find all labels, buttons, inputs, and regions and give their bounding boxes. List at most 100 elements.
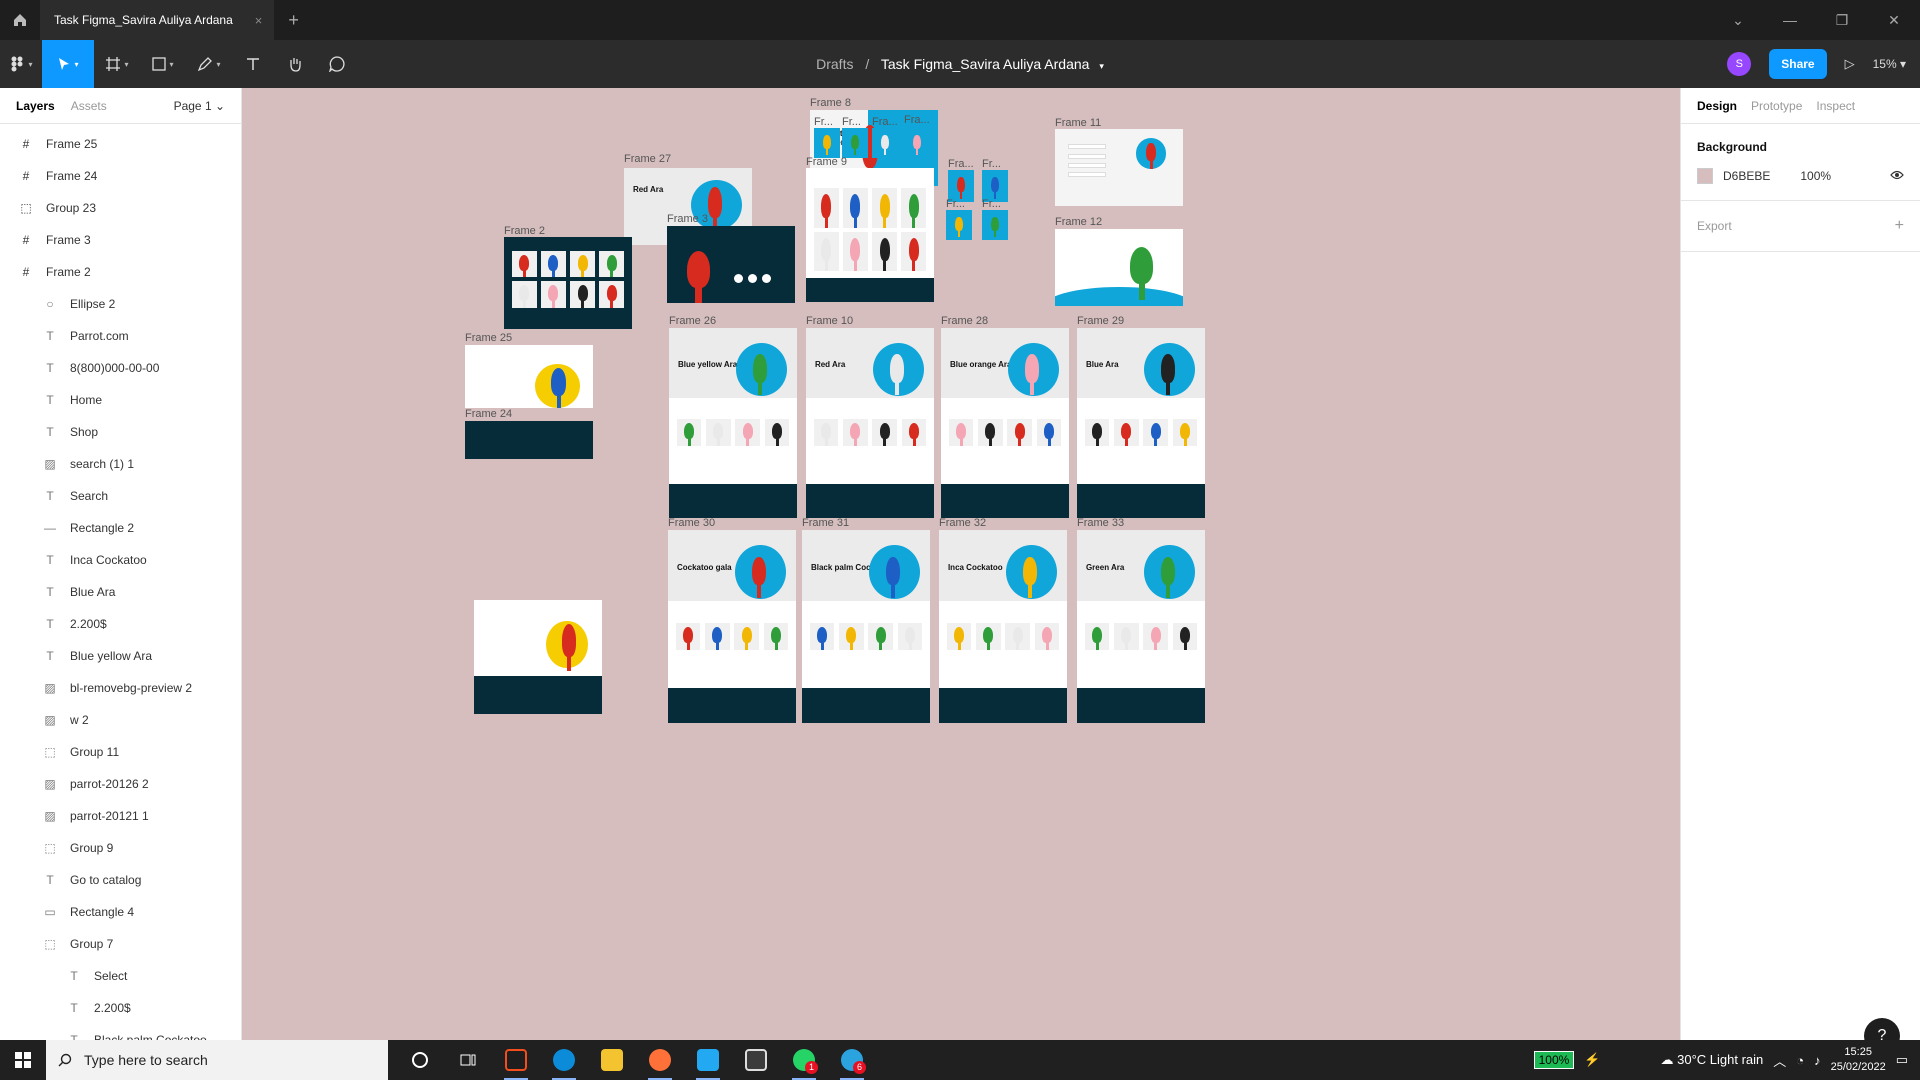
related-product-card[interactable]: [868, 622, 894, 650]
frame-artboard[interactable]: [504, 237, 632, 329]
layer-item[interactable]: # Frame 24: [0, 160, 241, 192]
frame-label[interactable]: Frame 25: [465, 332, 512, 344]
taskbar-search[interactable]: Type here to search: [46, 1040, 388, 1080]
tab-assets[interactable]: Assets: [71, 99, 107, 113]
frame-label[interactable]: Frame 2: [504, 225, 545, 237]
related-product-card[interactable]: [813, 419, 839, 446]
frame-artboard[interactable]: [842, 128, 868, 158]
layer-item[interactable]: # Frame 3: [0, 224, 241, 256]
frame-artboard[interactable]: [1055, 229, 1183, 306]
layer-item[interactable]: ▨ search (1) 1: [0, 448, 241, 480]
frame-label[interactable]: Fra...: [948, 158, 974, 170]
layer-item[interactable]: ▭ Rectangle 4: [0, 896, 241, 928]
add-export-icon[interactable]: +: [1895, 217, 1904, 235]
drafts-link[interactable]: Drafts: [816, 56, 853, 72]
catalog-card[interactable]: [901, 188, 927, 228]
catalog-card[interactable]: [540, 281, 566, 308]
related-product-card[interactable]: [1084, 622, 1110, 650]
related-product-card[interactable]: [734, 622, 760, 650]
background-opacity[interactable]: 100%: [1800, 169, 1831, 183]
frame-artboard[interactable]: [982, 210, 1008, 240]
related-product-card[interactable]: [735, 419, 761, 446]
figma-app-icon[interactable]: [492, 1040, 540, 1080]
frame-label[interactable]: Frame 29: [1077, 315, 1124, 327]
layer-item[interactable]: ⬚ Group 11: [0, 736, 241, 768]
frame-label[interactable]: Frame 12: [1055, 216, 1102, 228]
catalog-card[interactable]: [813, 231, 839, 272]
related-product-card[interactable]: [676, 419, 702, 446]
layer-item[interactable]: T 8(800)000-00-00: [0, 352, 241, 384]
tab-prototype[interactable]: Prototype: [1751, 99, 1802, 113]
layer-item[interactable]: T 2.200$: [0, 608, 241, 640]
sticky-notes-icon[interactable]: [732, 1040, 780, 1080]
frame-label[interactable]: Frame 9: [806, 156, 847, 168]
related-product-card[interactable]: [842, 419, 868, 446]
close-tab-icon[interactable]: ×: [255, 13, 263, 28]
present-icon[interactable]: ▷: [1845, 56, 1855, 72]
frame-label[interactable]: Frame 24: [465, 408, 512, 420]
frame-label[interactable]: Frame 27: [624, 153, 671, 165]
layer-item[interactable]: ▨ parrot-20121 1: [0, 800, 241, 832]
related-product-card[interactable]: [1172, 419, 1198, 446]
pen-tool-button[interactable]: ▾: [186, 40, 232, 88]
frame-artboard[interactable]: [667, 226, 795, 303]
related-product-card[interactable]: [1172, 622, 1198, 650]
related-product-card[interactable]: [764, 419, 790, 446]
related-product-card[interactable]: [763, 622, 789, 650]
frame-artboard[interactable]: Green Ara: [1077, 530, 1205, 723]
share-button[interactable]: Share: [1769, 49, 1827, 79]
related-product-card[interactable]: [901, 419, 927, 446]
layer-item[interactable]: T Blue Ara: [0, 576, 241, 608]
frame-artboard[interactable]: [1055, 129, 1183, 206]
related-product-card[interactable]: [1036, 419, 1062, 446]
new-tab-icon[interactable]: +: [274, 10, 313, 31]
frame-tool-button[interactable]: ▾: [94, 40, 140, 88]
frame-label[interactable]: Frame 8: [810, 97, 851, 109]
shape-tool-button[interactable]: ▾: [140, 40, 186, 88]
tab-inspect[interactable]: Inspect: [1816, 99, 1855, 113]
frame-label[interactable]: Fr...: [982, 198, 1001, 210]
frame-artboard[interactable]: Black palm Cockatoo: [802, 530, 930, 723]
frame-artboard[interactable]: Blue orange Ara: [941, 328, 1069, 518]
catalog-card[interactable]: [599, 281, 625, 308]
chevron-down-icon[interactable]: ⌄: [1712, 12, 1764, 29]
frame-label[interactable]: Fra...: [872, 116, 898, 128]
catalog-card[interactable]: [842, 231, 868, 272]
related-product-card[interactable]: [1007, 419, 1033, 446]
design-canvas[interactable]: Frame 27Red AraFrame 8Parrot nurseryFr..…: [242, 88, 1680, 1040]
related-product-card[interactable]: [872, 419, 898, 446]
file-name[interactable]: Task Figma_Savira Auliya Ardana: [881, 56, 1090, 72]
layer-item[interactable]: — Rectangle 2: [0, 512, 241, 544]
file-explorer-icon[interactable]: [588, 1040, 636, 1080]
tab-layers[interactable]: Layers: [16, 99, 55, 113]
related-product-card[interactable]: [1034, 622, 1060, 650]
layer-item[interactable]: # Frame 2: [0, 256, 241, 288]
layer-item[interactable]: T Home: [0, 384, 241, 416]
notifications-icon[interactable]: ▭: [1896, 1052, 1908, 1068]
avatar[interactable]: S: [1727, 52, 1752, 76]
catalog-card[interactable]: [569, 281, 596, 308]
layer-item[interactable]: ○ Ellipse 2: [0, 288, 241, 320]
catalog-card[interactable]: [540, 250, 566, 278]
layer-item[interactable]: ▨ bl-removebg-preview 2: [0, 672, 241, 704]
related-product-card[interactable]: [705, 419, 731, 446]
related-product-card[interactable]: [675, 622, 701, 650]
frame-label[interactable]: Frame 33: [1077, 517, 1124, 529]
frame-artboard[interactable]: [465, 345, 593, 408]
frame-label[interactable]: Fr...: [982, 158, 1001, 170]
chevron-down-icon[interactable]: ▾: [1099, 61, 1104, 71]
frame-artboard[interactable]: [465, 421, 593, 459]
clock[interactable]: 15:25 25/02/2022: [1831, 1045, 1886, 1075]
frame-artboard[interactable]: [806, 168, 934, 302]
minimize-icon[interactable]: —: [1764, 12, 1816, 28]
layer-item[interactable]: T Select: [0, 960, 241, 992]
related-product-card[interactable]: [704, 622, 730, 650]
background-fill-row[interactable]: D6BEBE 100%: [1697, 168, 1904, 184]
related-product-card[interactable]: [897, 622, 923, 650]
windows-start-icon[interactable]: [0, 1040, 46, 1080]
layer-item[interactable]: ▨ w 2: [0, 704, 241, 736]
frame-label[interactable]: Frame 11: [1055, 117, 1101, 129]
cortana-icon[interactable]: [396, 1040, 444, 1080]
edge-icon[interactable]: [540, 1040, 588, 1080]
frame-label[interactable]: Frame 26: [669, 315, 716, 327]
